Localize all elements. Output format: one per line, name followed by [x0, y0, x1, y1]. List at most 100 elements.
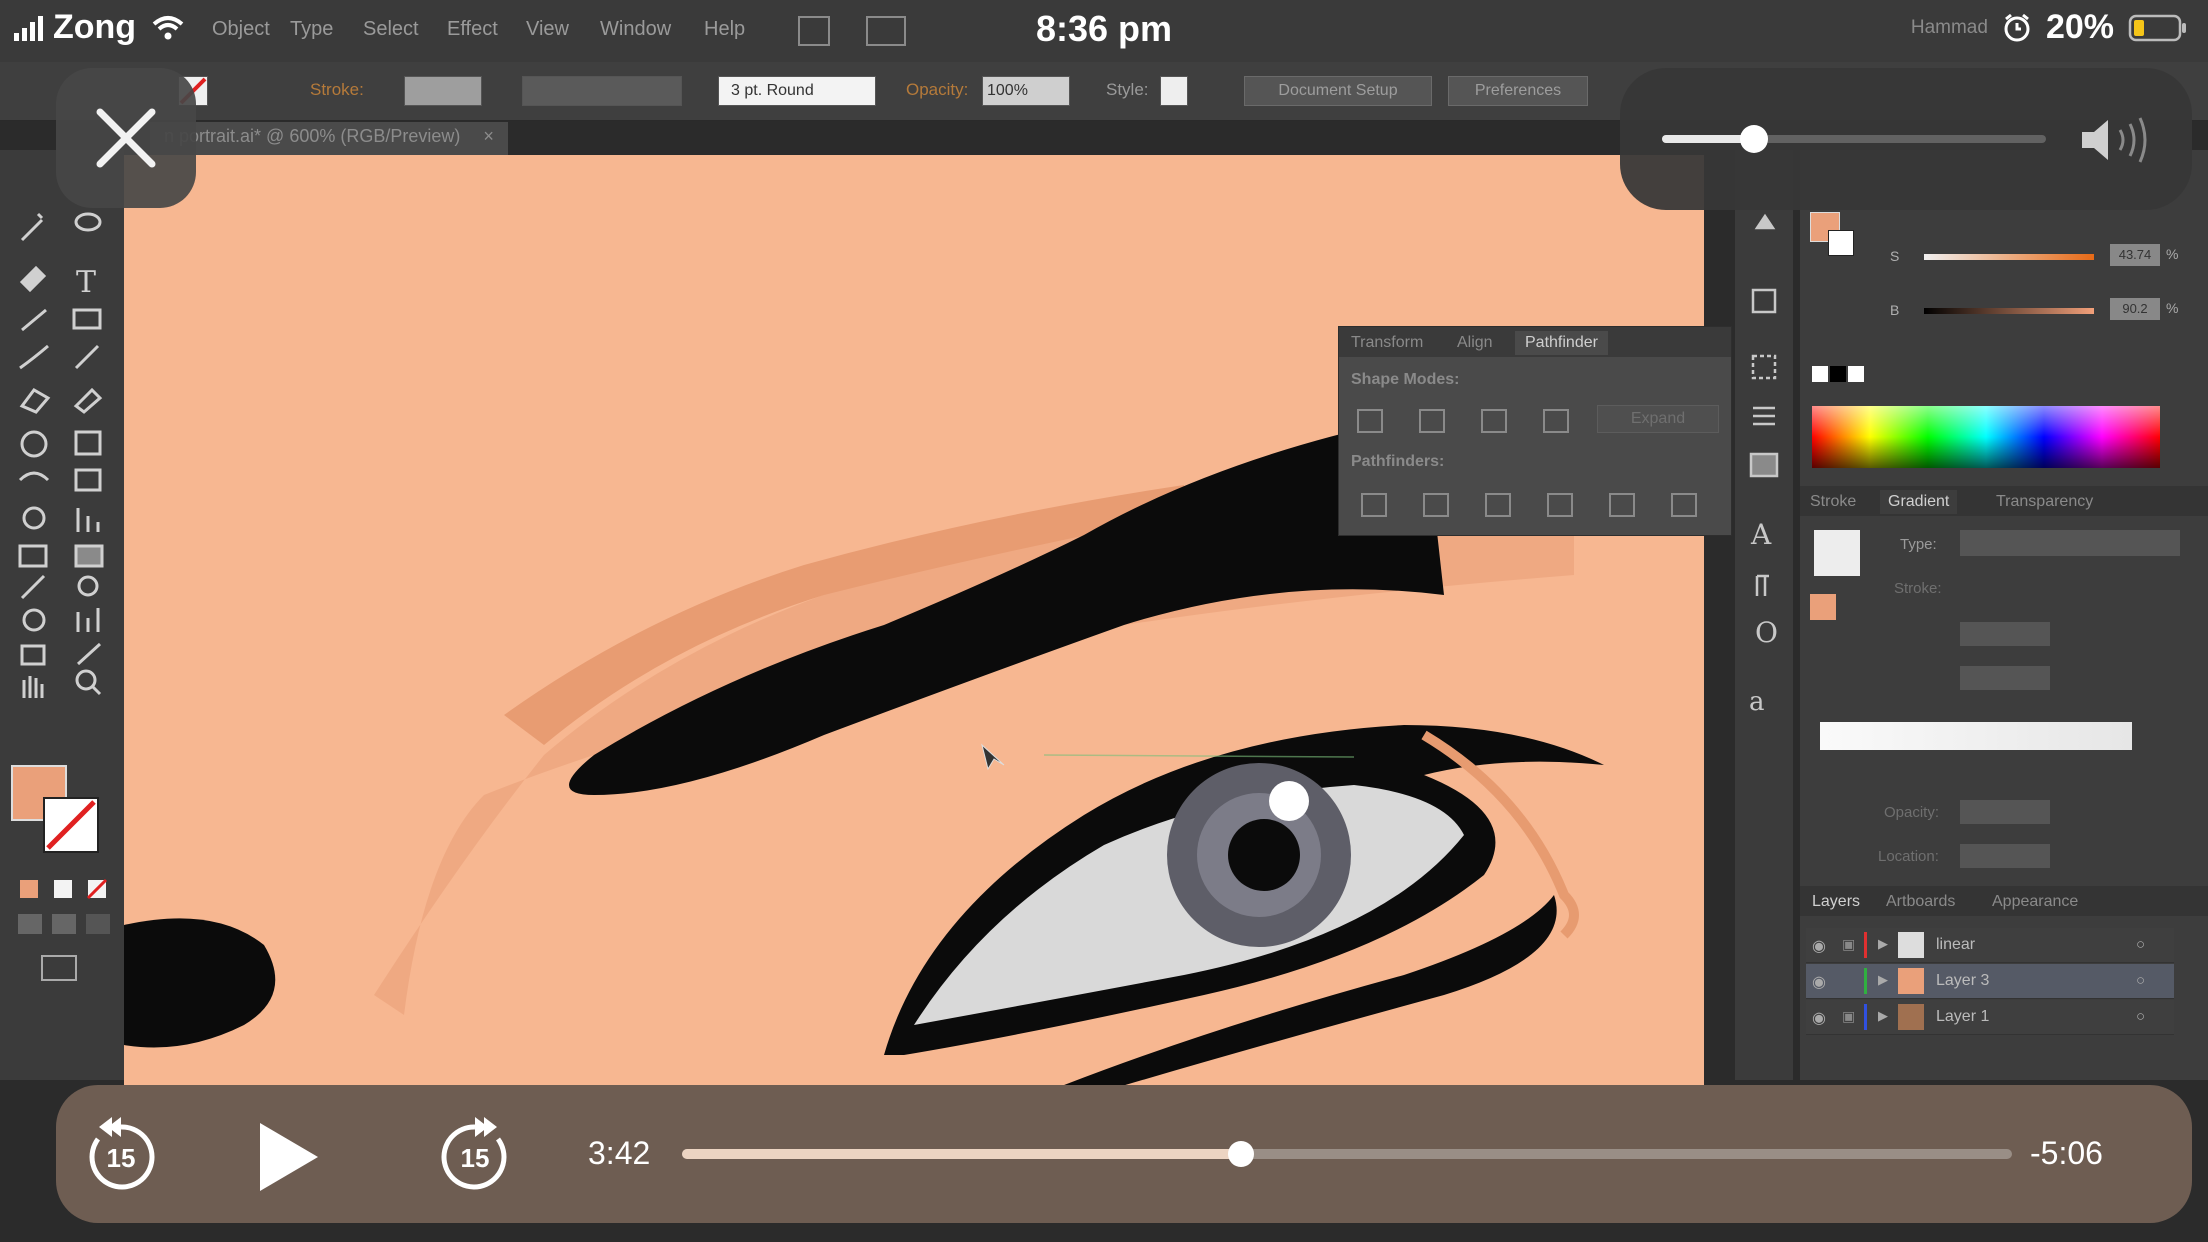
- tools-panel: T: [0, 150, 124, 1080]
- minus-front-icon[interactable]: [1419, 409, 1445, 433]
- bridge-icon[interactable]: [798, 16, 830, 46]
- pathfinder-panel: Transform Align Pathfinder Shape Modes: …: [1338, 326, 1732, 536]
- layer-name[interactable]: linear: [1936, 936, 1975, 954]
- gradient-preview[interactable]: [1814, 530, 1860, 576]
- tab-transparency[interactable]: Transparency: [1996, 493, 2093, 511]
- opacity-field[interactable]: 100%: [982, 76, 1070, 106]
- expand-layer-icon[interactable]: ▶: [1878, 1008, 1888, 1024]
- tab-transform[interactable]: Transform: [1351, 334, 1423, 352]
- divide-icon[interactable]: [1361, 493, 1387, 517]
- menu-view[interactable]: View: [526, 18, 569, 41]
- close-button[interactable]: [56, 68, 196, 208]
- crop-icon[interactable]: [1547, 493, 1573, 517]
- brightness-label: B: [1890, 302, 1900, 318]
- outline-icon[interactable]: [1609, 493, 1635, 517]
- skip-back-button[interactable]: 15: [76, 1109, 166, 1199]
- shape-modes-label: Shape Modes:: [1351, 371, 1460, 388]
- arrange-documents-icon[interactable]: [866, 16, 906, 46]
- club-icon: [1754, 213, 1776, 230]
- expand-layer-icon[interactable]: ▶: [1878, 936, 1888, 952]
- menu-type[interactable]: Type: [290, 18, 333, 41]
- brightness-unit: %: [2166, 300, 2179, 316]
- layer-name[interactable]: Layer 1: [1936, 1008, 1989, 1026]
- unite-icon[interactable]: [1357, 409, 1383, 433]
- saturation-unit: %: [2166, 246, 2179, 262]
- lock-icon[interactable]: ▣: [1842, 1008, 1855, 1025]
- target-icon[interactable]: ○: [2136, 1008, 2145, 1025]
- paragraph-icon: [1755, 574, 1769, 596]
- color-stroke-swatch[interactable]: [1828, 230, 1854, 256]
- menu-window[interactable]: Window: [600, 18, 671, 41]
- pathfinders-label: Pathfinders:: [1351, 453, 1445, 470]
- target-icon[interactable]: ○: [2136, 972, 2145, 989]
- layer-name[interactable]: Layer 3: [1936, 972, 1989, 990]
- gradient-aspect-field[interactable]: [1960, 666, 2050, 690]
- portrait-illustration: [124, 155, 1704, 1085]
- trim-icon[interactable]: [1423, 493, 1449, 517]
- tab-artboards[interactable]: Artboards: [1886, 893, 1955, 911]
- exclude-icon[interactable]: [1543, 409, 1569, 433]
- variable-width-select[interactable]: [522, 76, 682, 106]
- white-swatch[interactable]: [1848, 366, 1864, 382]
- none-swatch[interactable]: [1812, 366, 1828, 382]
- tool-icons: T: [11, 212, 110, 981]
- minus-back-icon[interactable]: [1671, 493, 1697, 517]
- gradient-slider[interactable]: [1820, 722, 2132, 750]
- layer-color-bar: [1864, 968, 1867, 994]
- stroke-label: Stroke:: [310, 80, 364, 99]
- column-graph-icon: [76, 608, 100, 632]
- intersect-icon[interactable]: [1481, 409, 1507, 433]
- menu-effect[interactable]: Effect: [447, 18, 498, 41]
- brightness-field[interactable]: 90.2: [2110, 298, 2160, 320]
- style-swatch[interactable]: [1160, 76, 1188, 106]
- layer-row[interactable]: ◉ ▣ ▶ linear ○: [1806, 928, 2174, 963]
- tab-align[interactable]: Align: [1457, 334, 1493, 352]
- volume-knob[interactable]: [1740, 125, 1769, 153]
- progress-knob[interactable]: [1227, 1141, 1254, 1167]
- tab-close-icon[interactable]: ×: [483, 126, 494, 146]
- menu-object[interactable]: Object: [212, 18, 270, 41]
- skip-forward-button[interactable]: 15: [430, 1109, 520, 1199]
- black-swatch[interactable]: [1830, 366, 1846, 382]
- saturation-slider[interactable]: [1924, 254, 2094, 260]
- preferences-button[interactable]: Preferences: [1448, 76, 1588, 106]
- tab-appearance[interactable]: Appearance: [1992, 893, 2078, 911]
- symbols-icon: [1751, 288, 1777, 314]
- expand-button[interactable]: Expand: [1597, 405, 1719, 433]
- speaker-icon[interactable]: [2076, 112, 2156, 168]
- target-icon[interactable]: ○: [2136, 936, 2145, 953]
- expand-layer-icon[interactable]: ▶: [1878, 972, 1888, 988]
- battery-icon: [2128, 14, 2186, 41]
- visibility-icon[interactable]: ◉: [1812, 936, 1826, 956]
- menu-help[interactable]: Help: [704, 18, 745, 41]
- lock-icon[interactable]: ▣: [1842, 936, 1855, 953]
- gradient-fill-swatch[interactable]: [1810, 594, 1836, 620]
- layer-row[interactable]: ◉ ▶ Layer 3 ○: [1806, 964, 2174, 999]
- tab-gradient[interactable]: Gradient: [1880, 490, 1958, 514]
- artboard-canvas[interactable]: [124, 155, 1704, 1085]
- gradient-location-field[interactable]: [1960, 844, 2050, 868]
- status-right: Hammad 20%: [1911, 8, 2188, 47]
- mesh-tool-icon: [18, 544, 48, 568]
- gradient-opacity-field[interactable]: [1960, 800, 2050, 824]
- play-icon[interactable]: [252, 1119, 324, 1195]
- menu-select[interactable]: Select: [363, 18, 419, 41]
- visibility-icon[interactable]: ◉: [1812, 972, 1826, 992]
- tab-pathfinder[interactable]: Pathfinder: [1515, 331, 1608, 355]
- brush-select[interactable]: 3 pt. Round: [718, 76, 876, 106]
- pen-tool-icon: [19, 265, 47, 293]
- visibility-icon[interactable]: ◉: [1812, 1008, 1826, 1028]
- tab-layers[interactable]: Layers: [1812, 893, 1860, 911]
- brightness-slider[interactable]: [1924, 308, 2094, 314]
- gradient-angle-field[interactable]: [1960, 622, 2050, 646]
- layer-row[interactable]: ◉ ▣ ▶ Layer 1 ○: [1806, 1000, 2174, 1035]
- pathfinder-icon: [1749, 452, 1779, 478]
- merge-icon[interactable]: [1485, 493, 1511, 517]
- stroke-weight-field[interactable]: [404, 76, 482, 106]
- gradient-type-select[interactable]: [1960, 530, 2180, 556]
- document-setup-button[interactable]: Document Setup: [1244, 76, 1432, 106]
- saturation-field[interactable]: 43.74: [2110, 244, 2160, 266]
- panel-icon-strip: A O a: [1735, 150, 1793, 1080]
- tab-stroke[interactable]: Stroke: [1810, 493, 1856, 511]
- artboard-icon: [1751, 354, 1777, 380]
